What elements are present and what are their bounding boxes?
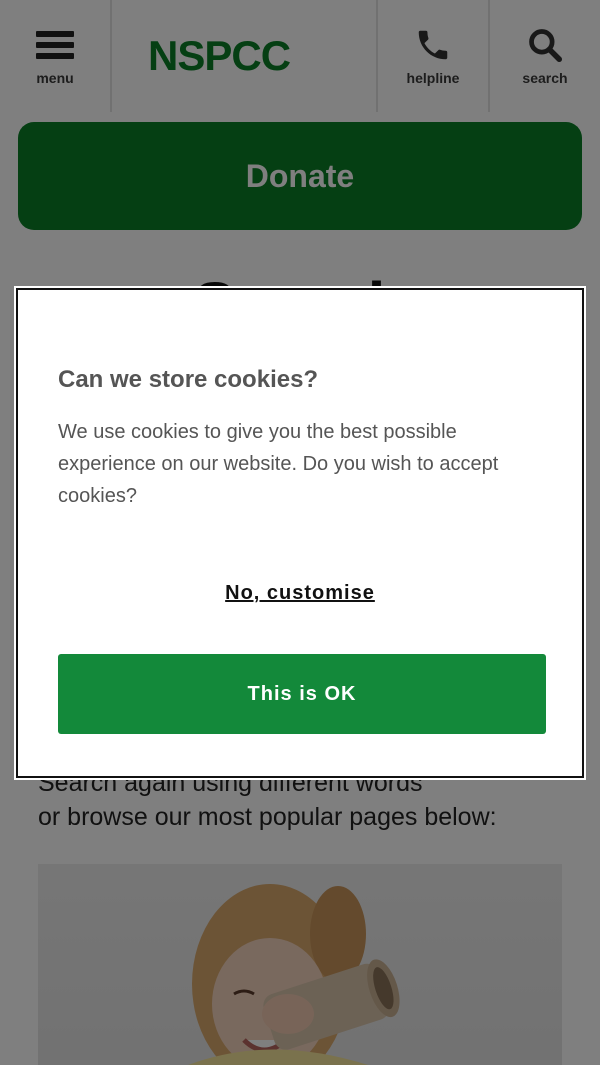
accept-cookies-button[interactable]: This is OK — [58, 654, 546, 734]
cookie-dialog-title: Can we store cookies? — [58, 366, 319, 393]
cookie-dialog-message: We use cookies to give you the best poss… — [58, 421, 499, 507]
cookie-consent-dialog: Can we store cookies? We use cookies to … — [16, 288, 584, 778]
no-customise-link[interactable]: No, customise — [18, 582, 582, 605]
